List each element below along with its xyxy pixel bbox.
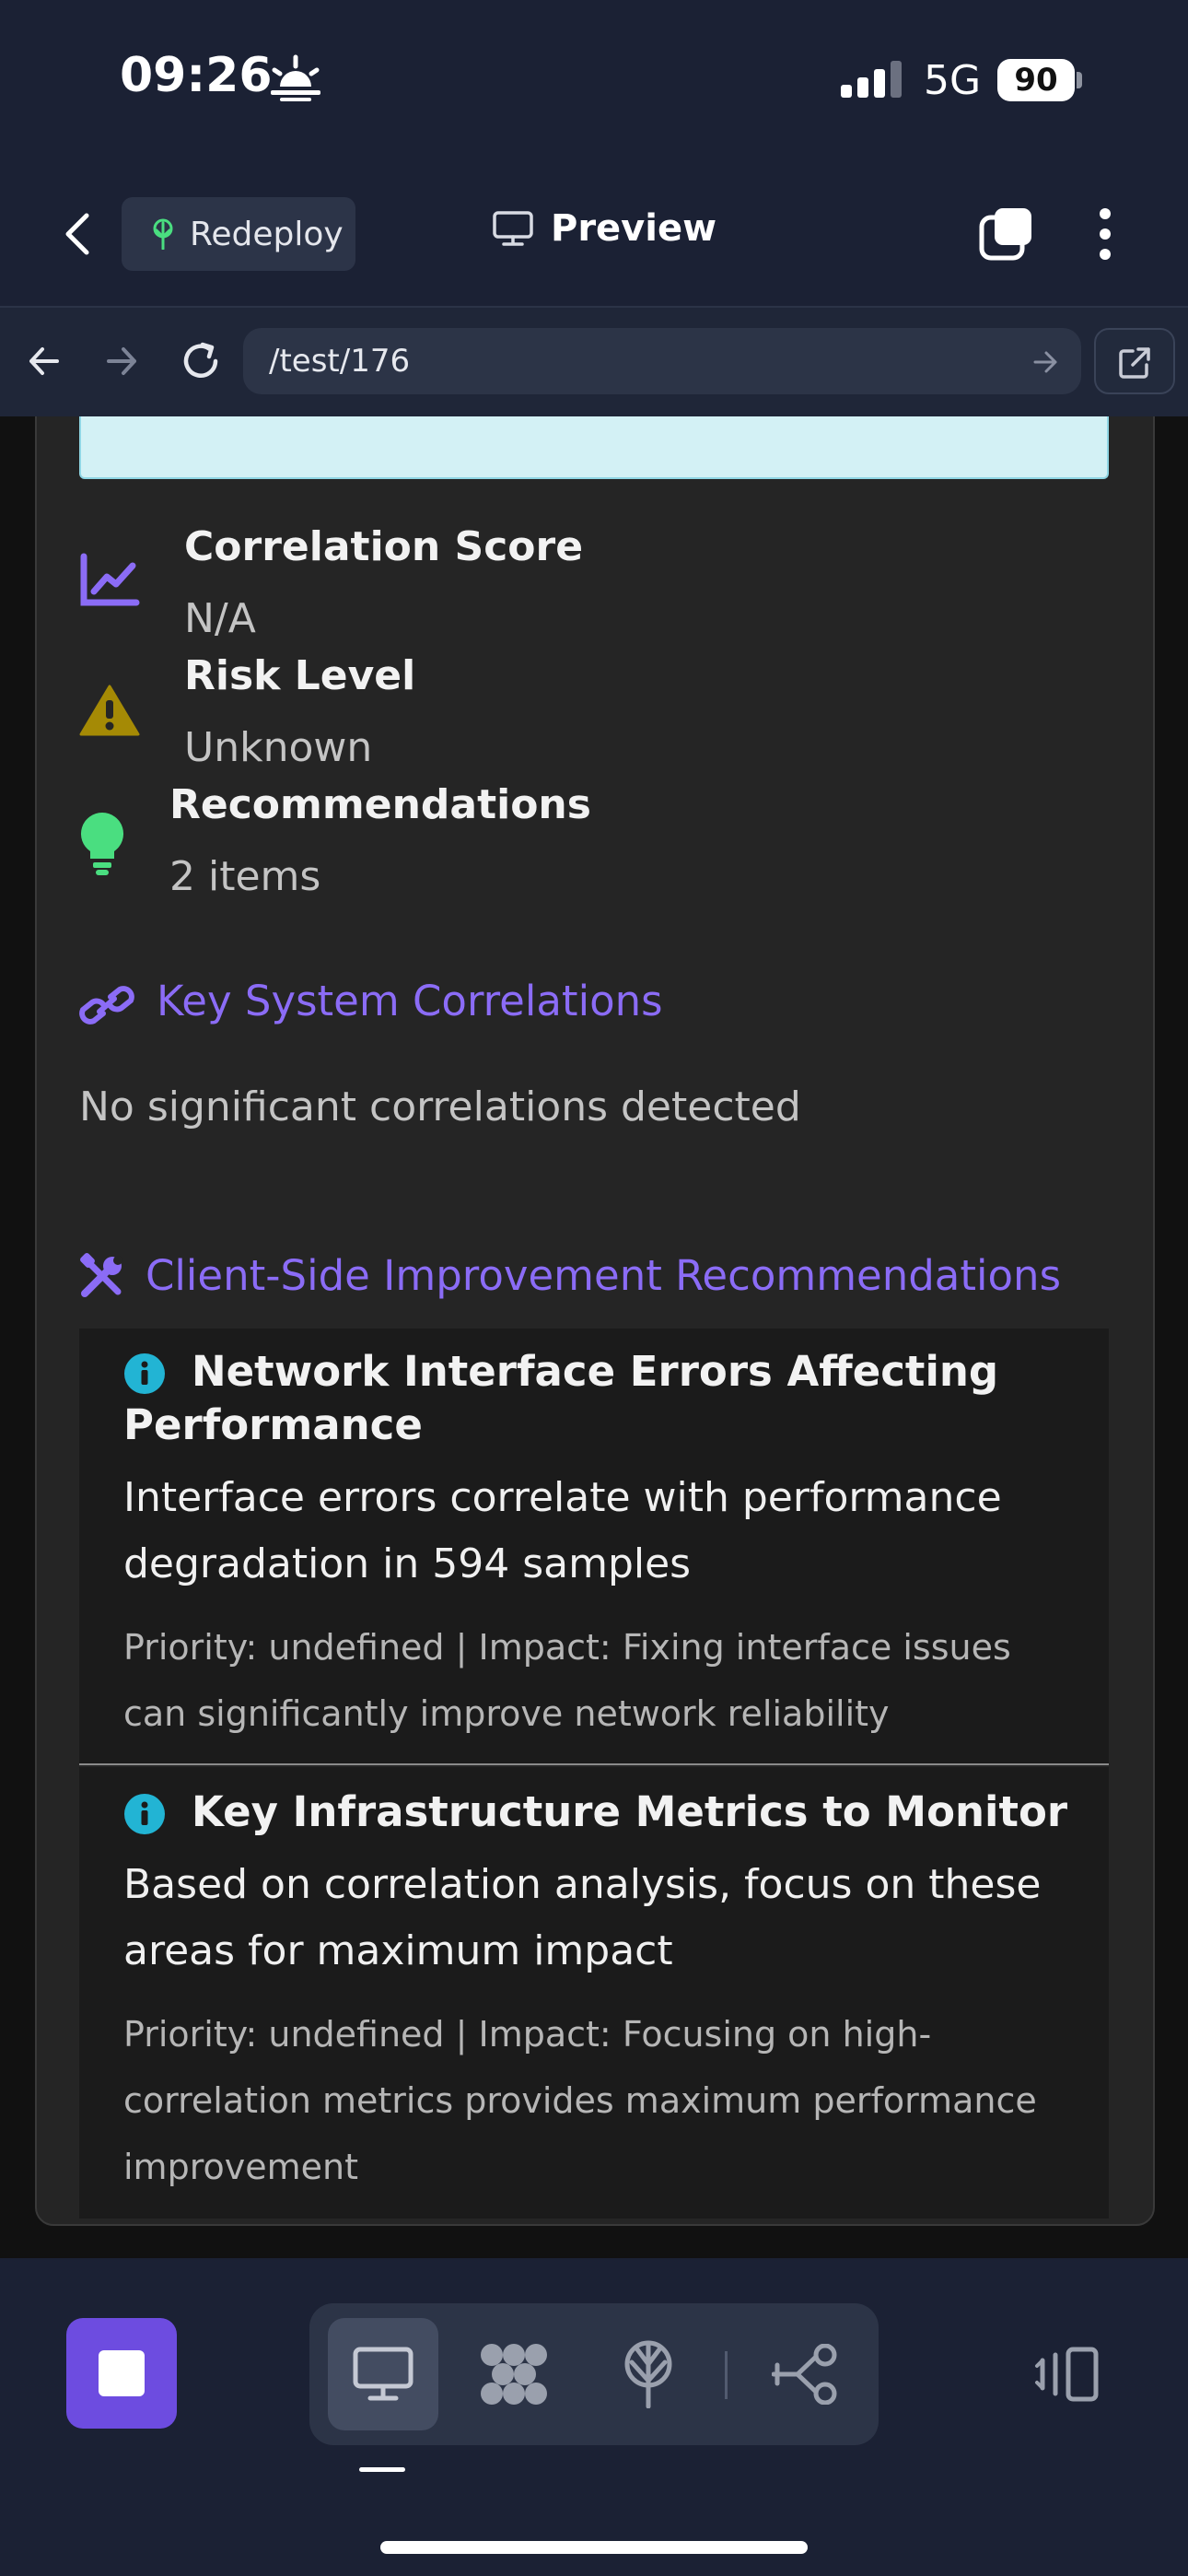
recommendation-title: Performance (123, 1400, 423, 1449)
stat-label: Correlation Score (184, 523, 584, 570)
sunrise-icon (271, 54, 320, 101)
correlations-empty-text: No significant correlations detected (79, 1083, 801, 1130)
stop-icon (99, 2350, 145, 2396)
battery-tip (1077, 72, 1082, 88)
warning-triangle-icon (79, 685, 140, 736)
recommendation-meta: can significantly improve network reliab… (123, 1693, 890, 1734)
deploy-tree-icon (153, 218, 173, 250)
preview-tab[interactable]: Preview (492, 207, 716, 250)
more-vertical-icon[interactable] (1094, 205, 1116, 263)
deploy-tree-icon[interactable] (619, 2340, 678, 2408)
info-circle-icon (124, 1353, 165, 1394)
lightbulb-icon (80, 812, 124, 875)
link-icon (79, 986, 134, 1025)
stat-value: 2 items (169, 853, 321, 900)
tabs-icon[interactable] (978, 205, 1037, 263)
redeploy-label: Redeploy (190, 215, 344, 253)
go-arrow-icon[interactable] (1031, 348, 1059, 376)
url-value: /test/176 (269, 343, 411, 380)
stat-label: Recommendations (169, 781, 591, 828)
correlations-title: Key System Correlations (157, 977, 663, 1025)
stat-value: N/A (184, 595, 256, 642)
device-switch-icon[interactable] (1033, 2346, 1100, 2403)
reload-icon[interactable] (179, 339, 223, 383)
battery-level: 90 (997, 59, 1075, 101)
preview-label: Preview (551, 207, 717, 250)
recommendation-title: Network Interface Errors Affecting (192, 1347, 999, 1396)
open-external-button[interactable] (1094, 328, 1175, 394)
preview-viewport[interactable]: Correlation Score N/A Risk Level Unknown… (0, 416, 1188, 2258)
monitor-icon (493, 211, 533, 246)
redeploy-button[interactable]: Redeploy (122, 197, 355, 271)
recommendation-meta: improvement (123, 2147, 358, 2187)
home-indicator[interactable] (380, 2541, 808, 2554)
external-link-icon (1119, 347, 1150, 379)
recommendation-description: areas for maximum impact (123, 1927, 673, 1974)
switcher-divider (725, 2351, 728, 2399)
monitor-icon (353, 2347, 413, 2401)
chevron-left-icon[interactable] (57, 210, 98, 258)
recommendation-meta: Priority: undefined | Impact: Fixing int… (123, 1627, 1011, 1668)
url-input[interactable]: /test/176 (243, 328, 1081, 394)
stat-value: Unknown (184, 724, 373, 771)
recommendation-description: Based on correlation analysis, focus on … (123, 1861, 1042, 1908)
tools-icon (80, 1253, 122, 1297)
active-view-indicator (359, 2467, 405, 2472)
apps-grid-icon[interactable] (479, 2342, 549, 2406)
arrow-right-icon[interactable] (103, 343, 140, 380)
recommendations-title: Client-Side Improvement Recommendations (146, 1251, 1062, 1300)
network-type: 5G (924, 57, 982, 104)
share-nodes-icon[interactable] (772, 2344, 840, 2405)
chart-line-icon (80, 553, 140, 606)
status-time: 09:26 (120, 48, 273, 103)
recommendation-description: degradation in 594 samples (123, 1540, 692, 1587)
stat-label: Risk Level (184, 652, 416, 699)
info-circle-icon (124, 1794, 165, 1834)
info-banner (79, 416, 1109, 479)
recommendation-meta: correlation metrics provides maximum per… (123, 2080, 1037, 2121)
recommendation-title: Key Infrastructure Metrics to Monitor (192, 1787, 1068, 1836)
recommendation-meta: Priority: undefined | Impact: Focusing o… (123, 2014, 932, 2055)
arrow-left-icon[interactable] (26, 343, 63, 380)
cellular-signal-icon (841, 61, 902, 98)
recommendation-description: Interface errors correlate with performa… (123, 1474, 1002, 1521)
